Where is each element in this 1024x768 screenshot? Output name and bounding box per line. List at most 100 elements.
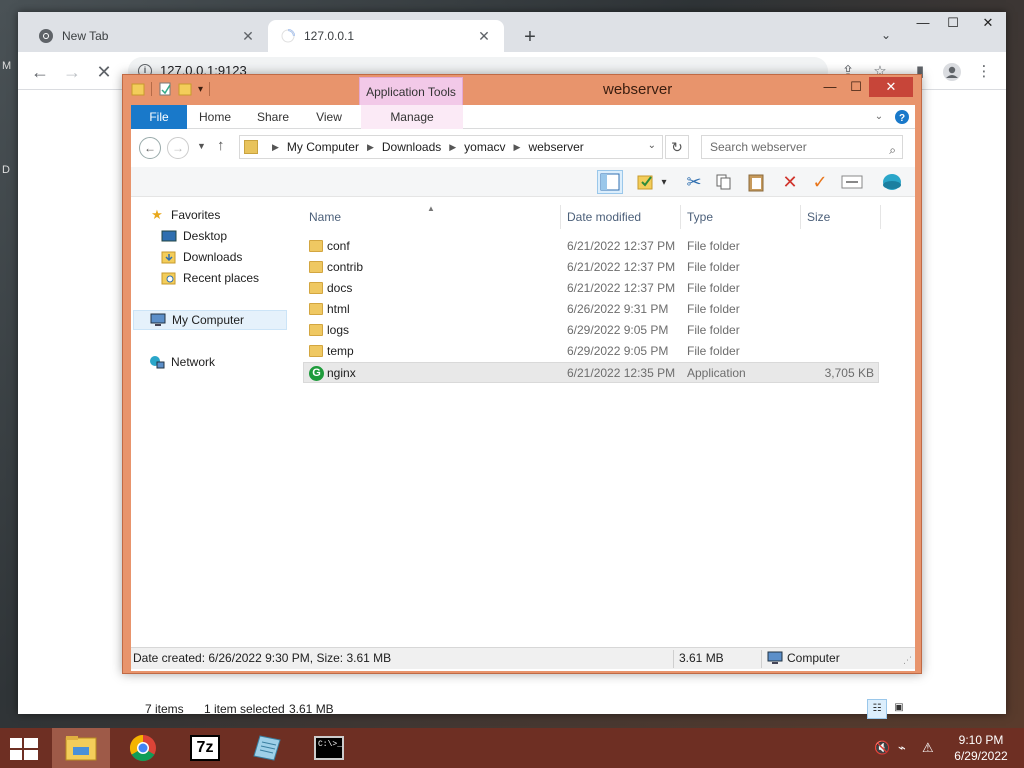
nginx-app-icon: G [309,366,324,381]
taskbar-chrome[interactable] [114,728,172,768]
cut-icon[interactable]: ✂ [681,170,707,194]
preview-pane-icon[interactable] [597,170,623,194]
tab-new-tab[interactable]: New Tab ✕ [26,20,268,52]
taskbar-notepad[interactable] [238,728,296,768]
properties-icon[interactable] [158,81,172,97]
column-header-size[interactable]: Size [801,205,881,229]
breadcrumb-webserver[interactable]: webserver [528,140,583,154]
column-header-type[interactable]: Type [681,205,801,229]
selection-size: 3.61 MB [289,702,334,716]
file-row[interactable]: docs 6/21/2022 12:37 PM File folder [303,278,879,299]
column-header-name[interactable]: ▲ Name [303,204,561,229]
chevron-down-icon[interactable]: ⌄ [648,140,656,151]
forward-arrow-icon[interactable]: → [58,58,86,86]
chevron-right-icon[interactable]: ▶ [367,142,374,153]
customize-qat-icon[interactable]: ▾ [198,84,203,95]
explorer-titlebar: ▾ Application Tools webserver — ☐ ✕ [123,75,921,107]
minimize-icon[interactable]: — [908,12,938,34]
file-name: temp [327,344,354,358]
nav-downloads[interactable]: Downloads [161,247,242,267]
resize-grip-icon[interactable]: ⋰ [903,650,912,670]
breadcrumb[interactable]: ▶ My Computer ▶ Downloads ▶ yomacv ▶ web… [239,135,663,159]
file-date: 6/26/2022 9:31 PM [567,302,669,316]
windows-start-icon[interactable] [10,738,38,760]
chevron-right-icon[interactable]: ▶ [514,142,521,153]
checklist-icon[interactable] [633,170,659,194]
file-row[interactable]: html 6/26/2022 9:31 PM File folder [303,299,879,320]
profile-icon[interactable] [938,58,966,86]
breadcrumb-yomacv[interactable]: yomacv [464,140,505,154]
file-row-selected[interactable]: G nginx 6/21/2022 12:35 PM Application 3… [303,362,879,383]
checkmark-icon[interactable]: ✓ [807,170,833,194]
folder-icon[interactable] [131,81,145,97]
chevron-down-icon[interactable]: ⌄ [876,28,896,48]
refresh-icon[interactable]: ↻ [665,135,689,159]
taskbar-file-explorer[interactable] [52,728,110,768]
new-tab-button[interactable]: + [516,24,544,52]
volume-muted-icon[interactable]: 🔇 [874,740,890,756]
file-date: 6/29/2022 9:05 PM [567,323,669,337]
recent-locations-icon[interactable]: ▼ [197,141,206,151]
chevron-right-icon[interactable]: ▶ [449,142,456,153]
delete-icon[interactable]: ✕ [777,170,803,194]
nav-network[interactable]: Network [149,352,215,372]
nav-desktop[interactable]: Desktop [161,226,227,246]
tab-localhost[interactable]: 127.0.0.1 ✕ [268,20,504,52]
taskbar-7zip[interactable]: 7z [176,728,234,768]
file-row[interactable]: logs 6/29/2022 9:05 PM File folder [303,320,879,341]
close-icon[interactable]: ✕ [973,12,1003,34]
search-icon[interactable]: ⌕ [889,139,896,161]
details-view-icon[interactable]: ☷ [867,699,887,719]
column-header-date[interactable]: Date modified [561,205,681,229]
help-icon[interactable]: ? [893,105,911,129]
file-type: File folder [687,344,740,358]
chevron-down-icon[interactable]: ▾ [657,170,671,194]
taskbar-command-prompt[interactable]: C:\>_ [300,728,358,768]
tab-share[interactable]: Share [251,105,295,129]
up-arrow-icon[interactable]: ↑ [217,137,225,154]
close-icon[interactable]: ✕ [240,28,256,44]
breadcrumb-my-computer[interactable]: My Computer [287,140,359,154]
nav-favorites[interactable]: ★ Favorites [149,205,220,225]
tab-manage[interactable]: Manage [361,105,463,129]
clock-date: 6/29/2022 [954,749,1008,763]
minimize-icon[interactable]: — [817,77,843,97]
file-row[interactable]: temp 6/29/2022 9:05 PM File folder [303,341,879,362]
paste-icon[interactable] [743,170,769,194]
maximize-icon[interactable]: ☐ [843,77,869,97]
file-row[interactable]: conf 6/21/2022 12:37 PM File folder [303,236,879,257]
nav-my-computer[interactable]: My Computer [133,310,287,330]
nav-recent-places[interactable]: Recent places [161,268,259,288]
file-row[interactable]: contrib 6/21/2022 12:37 PM File folder [303,257,879,278]
file-name: nginx [327,366,356,380]
copy-icon[interactable] [711,170,737,194]
close-icon[interactable]: ✕ [869,77,913,97]
search-input[interactable]: Search webserver ⌕ [701,135,903,159]
nav-label: Network [171,355,216,369]
chevron-right-icon[interactable]: ▶ [272,142,279,153]
network-error-icon[interactable]: ⚠ [922,740,934,756]
search-placeholder: Search webserver [710,140,807,154]
back-arrow-icon[interactable]: ← [139,137,161,159]
maximize-icon[interactable]: ☐ [938,12,968,34]
globe-icon[interactable] [879,170,905,194]
tab-file[interactable]: File [131,105,187,129]
taskbar: 7z C:\>_ 🔇 ⌁ ⚠ 9:10 PM 6/29/2022 [0,728,1024,768]
forward-arrow-icon[interactable]: → [167,137,189,159]
seven-zip-icon: 7z [190,735,220,761]
separator [673,650,674,668]
chevron-down-icon[interactable]: ⌄ [871,105,887,129]
breadcrumb-downloads[interactable]: Downloads [382,140,441,154]
stop-loading-icon[interactable]: ✕ [90,58,118,86]
new-folder-icon[interactable] [178,81,192,97]
back-arrow-icon[interactable]: ← [26,58,54,86]
power-icon[interactable]: ⌁ [898,740,906,756]
tab-view[interactable]: View [307,105,351,129]
tab-home[interactable]: Home [193,105,237,129]
rename-icon[interactable] [839,170,865,194]
close-icon[interactable]: ✕ [476,28,492,44]
clock[interactable]: 9:10 PM 6/29/2022 [944,732,1018,764]
menu-kebab-icon[interactable]: ⋮ [970,58,998,86]
recent-places-icon [161,271,177,285]
large-icons-view-icon[interactable]: ▣ [889,699,909,719]
